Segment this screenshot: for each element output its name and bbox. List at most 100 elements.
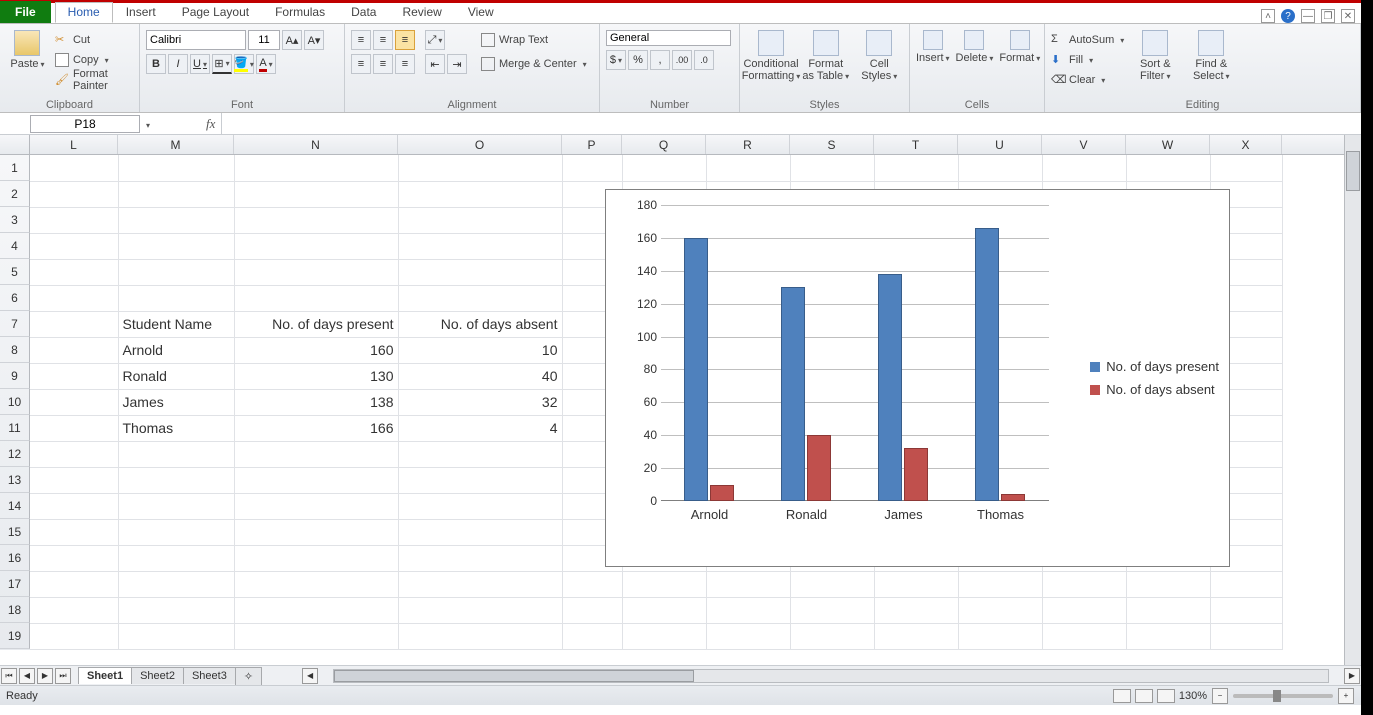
cell[interactable]	[118, 623, 234, 649]
sheet-tab-3[interactable]: Sheet3	[183, 667, 236, 684]
border-button[interactable]: ⊞	[212, 54, 232, 74]
cell[interactable]	[562, 623, 622, 649]
cell[interactable]	[118, 181, 234, 207]
view-page-layout-button[interactable]	[1135, 689, 1153, 703]
col-header-L[interactable]: L	[30, 135, 118, 154]
merge-center-button[interactable]: Merge & Center	[481, 54, 587, 74]
cell[interactable]	[118, 597, 234, 623]
ribbon-minimize-icon[interactable]: ˄	[1261, 9, 1275, 23]
cell[interactable]	[398, 493, 562, 519]
cell[interactable]	[398, 597, 562, 623]
row-header-15[interactable]: 15	[0, 519, 30, 545]
cell[interactable]	[562, 155, 622, 181]
cell[interactable]	[118, 155, 234, 181]
cell[interactable]: Student Name	[118, 311, 234, 337]
cell[interactable]	[622, 571, 706, 597]
cell[interactable]: 32	[398, 389, 562, 415]
row-header-3[interactable]: 3	[0, 207, 30, 233]
cell[interactable]	[1042, 571, 1126, 597]
align-left-button[interactable]: ≡	[351, 54, 371, 74]
cell[interactable]	[30, 311, 118, 337]
cell[interactable]	[30, 623, 118, 649]
cell[interactable]	[398, 181, 562, 207]
cell[interactable]	[1042, 623, 1126, 649]
restore-icon[interactable]: ❐	[1321, 9, 1335, 23]
font-size-select[interactable]	[248, 30, 280, 50]
cell[interactable]: Thomas	[118, 415, 234, 441]
cell[interactable]	[1126, 623, 1210, 649]
cell[interactable]	[30, 363, 118, 389]
row-header-17[interactable]: 17	[0, 571, 30, 597]
row-header-4[interactable]: 4	[0, 233, 30, 259]
cell[interactable]	[30, 467, 118, 493]
cell[interactable]	[398, 571, 562, 597]
cell[interactable]: No. of days absent	[398, 311, 562, 337]
cell[interactable]	[234, 493, 398, 519]
cell[interactable]: Arnold	[118, 337, 234, 363]
hscroll-right[interactable]: ▶	[1344, 668, 1360, 684]
minimize-icon[interactable]: —	[1301, 9, 1315, 23]
row-header-18[interactable]: 18	[0, 597, 30, 623]
tab-page-layout[interactable]: Page Layout	[169, 2, 262, 23]
cell[interactable]	[118, 493, 234, 519]
cell[interactable]	[30, 181, 118, 207]
cell[interactable]	[30, 493, 118, 519]
row-header-13[interactable]: 13	[0, 467, 30, 493]
cell[interactable]	[398, 233, 562, 259]
cell[interactable]: 40	[398, 363, 562, 389]
help-icon[interactable]: ?	[1281, 9, 1295, 23]
name-box-dropdown[interactable]	[144, 117, 150, 131]
col-header-Q[interactable]: Q	[622, 135, 706, 154]
cell[interactable]: No. of days present	[234, 311, 398, 337]
cell[interactable]	[30, 233, 118, 259]
cell[interactable]	[1210, 623, 1282, 649]
col-header-W[interactable]: W	[1126, 135, 1210, 154]
cell[interactable]	[958, 623, 1042, 649]
zoom-out-button[interactable]: −	[1212, 688, 1228, 704]
cell[interactable]	[1210, 571, 1282, 597]
cell[interactable]	[398, 467, 562, 493]
col-header-X[interactable]: X	[1210, 135, 1282, 154]
col-header-O[interactable]: O	[398, 135, 562, 154]
select-all-corner[interactable]	[0, 135, 30, 154]
cell[interactable]: Ronald	[118, 363, 234, 389]
cell[interactable]	[874, 571, 958, 597]
cell[interactable]: 138	[234, 389, 398, 415]
cell[interactable]	[398, 545, 562, 571]
cell[interactable]: 4	[398, 415, 562, 441]
cell[interactable]	[958, 155, 1042, 181]
cell[interactable]	[234, 155, 398, 181]
cell[interactable]	[706, 571, 790, 597]
cell[interactable]	[118, 233, 234, 259]
tab-file[interactable]: File	[0, 1, 51, 23]
cell[interactable]	[30, 207, 118, 233]
cell[interactable]	[1042, 597, 1126, 623]
name-box[interactable]	[30, 115, 140, 133]
cell[interactable]	[1042, 155, 1126, 181]
row-header-8[interactable]: 8	[0, 337, 30, 363]
cell[interactable]	[398, 623, 562, 649]
formula-bar[interactable]	[221, 113, 1361, 134]
new-sheet-button[interactable]: ✧	[235, 667, 262, 685]
cell[interactable]	[234, 233, 398, 259]
cell[interactable]	[118, 259, 234, 285]
hscroll-left[interactable]: ◀	[302, 668, 318, 684]
sheet-nav-next[interactable]: ▶	[37, 668, 53, 684]
cell[interactable]	[790, 155, 874, 181]
cell[interactable]	[1126, 571, 1210, 597]
cell[interactable]	[958, 571, 1042, 597]
cell[interactable]	[118, 571, 234, 597]
vertical-scrollbar[interactable]	[1344, 135, 1361, 665]
row-header-2[interactable]: 2	[0, 181, 30, 207]
cell[interactable]	[790, 597, 874, 623]
embedded-chart[interactable]: 020406080100120140160180ArnoldRonaldJame…	[605, 189, 1230, 567]
tab-home[interactable]: Home	[55, 2, 113, 23]
increase-decimal-button[interactable]: .00	[672, 50, 692, 70]
col-header-V[interactable]: V	[1042, 135, 1126, 154]
delete-cells-button[interactable]: Delete	[956, 26, 994, 64]
cell[interactable]	[1210, 597, 1282, 623]
sort-filter-button[interactable]: Sort & Filter	[1130, 26, 1180, 82]
decrease-indent-button[interactable]: ⇤	[425, 54, 445, 74]
cell[interactable]	[118, 285, 234, 311]
cell[interactable]	[30, 155, 118, 181]
